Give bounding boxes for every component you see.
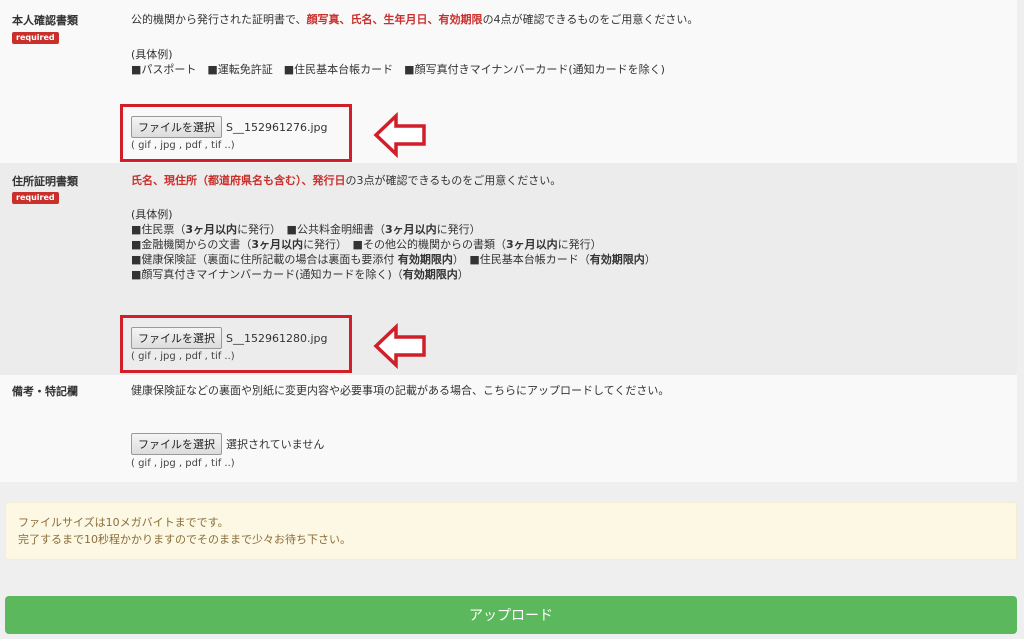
left-arrow-icon	[373, 322, 426, 370]
address-document-label: 住所証明書類	[12, 175, 78, 188]
address-document-section: 住所証明書類 required 氏名、現住所（都道府県名も含む）、発行日の3点が…	[0, 163, 1017, 375]
allowed-extensions: ( gif , jpg , pdf , tif ..)	[131, 458, 235, 469]
identity-document-description: 公的機関から発行された証明書で、顔写真、氏名、生年月日、有効期限の4点が確認でき…	[131, 13, 699, 26]
required-badge: required	[12, 32, 59, 44]
upload-button[interactable]: アップロード	[5, 596, 1017, 634]
remarks-label: 備考・特記欄	[12, 385, 78, 398]
remarks-section: 備考・特記欄 健康保険証などの裏面や別紙に変更内容や必要事項の記載がある場合、こ…	[0, 375, 1017, 482]
identity-document-examples: (具体例) ■パスポート ■運転免許証 ■住民基本台帳カード ■顔写真付きマイナ…	[131, 48, 665, 76]
notice-line: ファイルサイズは10メガバイトまでです。	[18, 516, 229, 529]
upload-notice: ファイルサイズは10メガバイトまでです。 完了するまで10秒程かかりますのでその…	[5, 502, 1017, 560]
required-badge: required	[12, 192, 59, 204]
left-arrow-icon	[373, 111, 426, 159]
identity-document-label: 本人確認書類	[12, 14, 78, 27]
notice-line: 完了するまで10秒程かかりますのでそのままで少々お待ち下さい。	[18, 533, 351, 546]
remarks-description: 健康保険証などの裏面や別紙に変更内容や必要事項の記載がある場合、こちらにアップロ…	[131, 384, 670, 397]
address-document-examples: (具体例) ■住民票（3ヶ月以内に発行） ■公共料金明細書（3ヶ月以内に発行） …	[131, 208, 656, 281]
remarks-file-input[interactable]: ファイルを選択 選択されていません	[131, 433, 324, 455]
highlight-box	[120, 315, 352, 373]
choose-file-button[interactable]: ファイルを選択	[131, 433, 222, 455]
highlight-box	[120, 104, 352, 162]
address-document-description: 氏名、現住所（都道府県名も含む）、発行日の3点が確認できるものをご用意ください。	[131, 174, 562, 187]
selected-file-name: 選択されていません	[226, 438, 325, 451]
identity-document-section: 本人確認書類 required 公的機関から発行された証明書で、顔写真、氏名、生…	[0, 0, 1017, 163]
